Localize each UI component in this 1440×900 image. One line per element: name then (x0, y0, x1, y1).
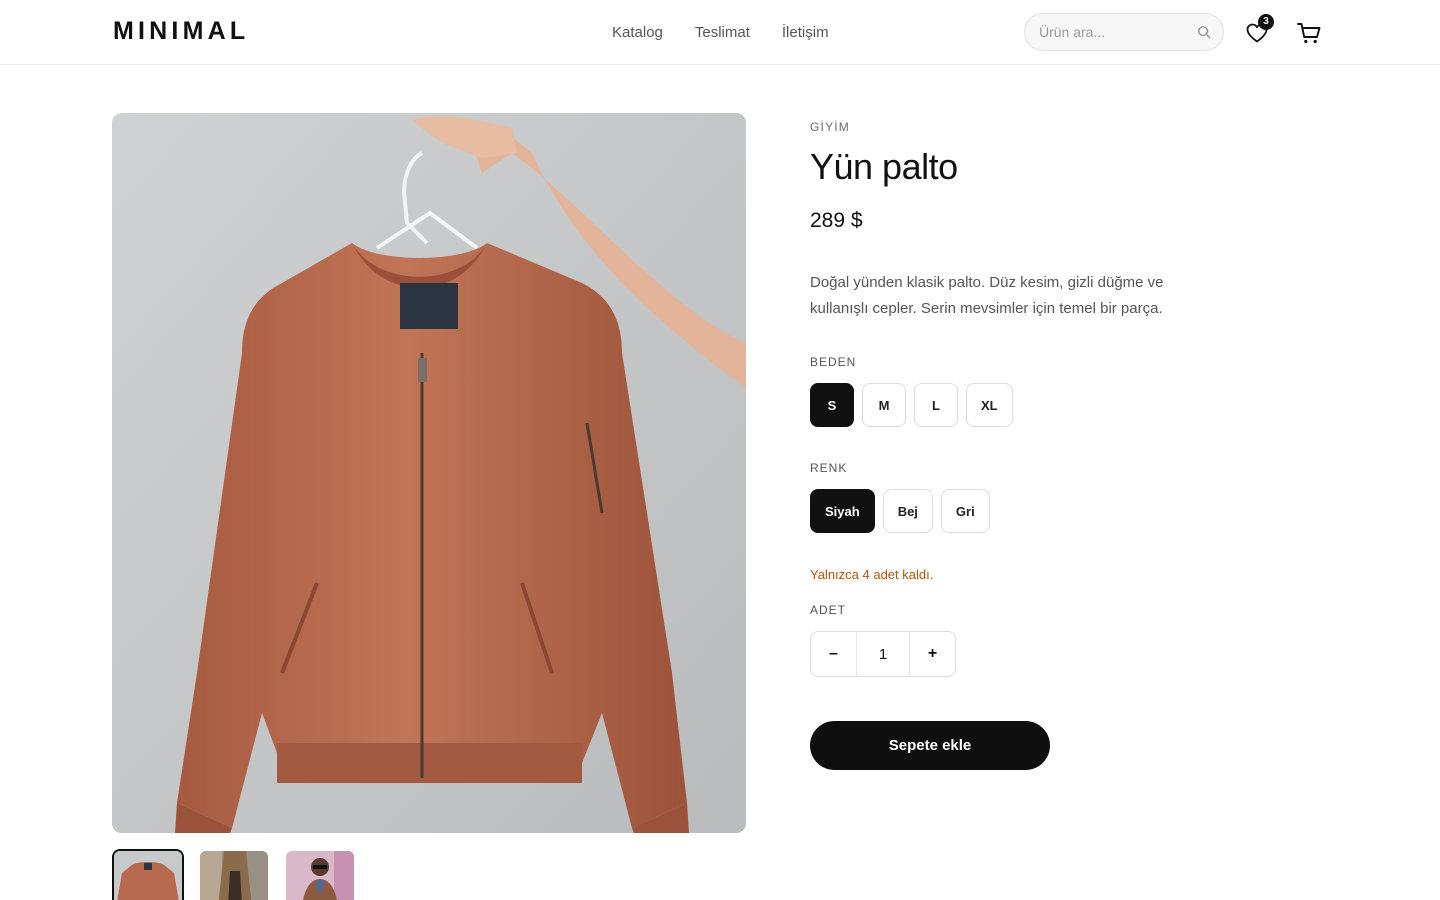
product-category: GİYİM (810, 120, 851, 134)
wishlist-count-badge: 3 (1258, 14, 1274, 30)
search-icon[interactable] (1197, 25, 1211, 39)
search-box (1024, 13, 1224, 51)
size-options: S M L XL (810, 383, 1013, 427)
color-option-bej[interactable]: Bej (882, 489, 933, 533)
quantity-decrease-button[interactable]: – (811, 632, 856, 676)
thumbnail-2[interactable] (198, 849, 270, 900)
quantity-increase-button[interactable]: + (910, 632, 955, 676)
size-option-xl[interactable]: XL (966, 383, 1013, 427)
color-option-siyah[interactable]: Siyah (810, 489, 875, 533)
site-header: MINIMAL Katalog Teslimat İletişim 3 (0, 0, 1440, 65)
quantity-stepper: – + (810, 631, 956, 677)
jacket-photo (112, 113, 746, 833)
nav-link-katalog[interactable]: Katalog (612, 24, 663, 41)
size-option-m[interactable]: M (862, 383, 906, 427)
add-to-cart-button[interactable]: Sepete ekle (810, 721, 1050, 770)
thumbnail-1[interactable] (112, 849, 184, 900)
nav-link-teslimat[interactable]: Teslimat (695, 24, 750, 41)
quantity-label: ADET (810, 603, 847, 617)
stock-message: Yalnızca 4 adet kaldı. (810, 567, 934, 582)
color-option-gri[interactable]: Gri (940, 489, 990, 533)
quantity-input[interactable] (856, 632, 910, 676)
search-input[interactable] (1039, 14, 1189, 50)
product-description: Doğal yünden klasik palto. Düz kesim, gi… (810, 274, 1164, 317)
size-label: BEDEN (810, 355, 857, 369)
product-title: Yün palto (810, 146, 958, 187)
product-price: 289 $ (810, 209, 863, 232)
thumbnail-3[interactable] (284, 849, 356, 900)
cart-icon[interactable] (1296, 20, 1322, 46)
color-options: Siyah Bej Gri (810, 489, 990, 533)
site-logo[interactable]: MINIMAL (113, 17, 249, 46)
product-main-image (112, 113, 746, 833)
size-option-l[interactable]: L (914, 383, 958, 427)
color-label: RENK (810, 461, 848, 475)
nav-link-iletisim[interactable]: İletişim (782, 24, 829, 41)
thumbnail-gallery (112, 849, 356, 900)
main-nav: Katalog Teslimat İletişim (612, 24, 861, 41)
size-option-s[interactable]: S (810, 383, 854, 427)
